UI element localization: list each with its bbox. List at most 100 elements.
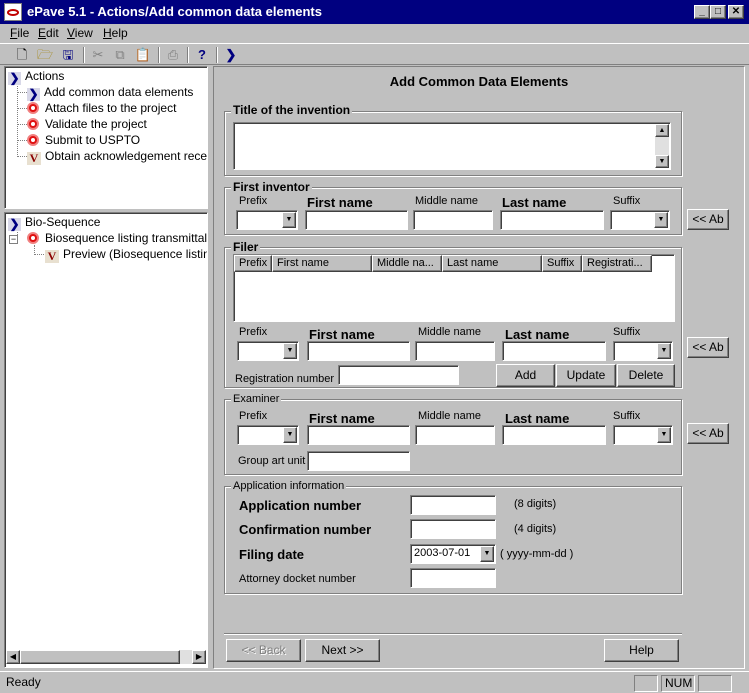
actions-tree: ❯ Actions ❯ Add common data elements Attac… [4,66,208,209]
confirmation-number-input[interactable] [410,519,496,539]
filer-last-name-input[interactable] [502,341,606,361]
filer-list[interactable]: Prefix First name Middle na... Last name… [233,254,675,322]
examiner-suffix-select[interactable]: ▼ [613,425,673,445]
examiner-middle-name-input[interactable] [415,425,495,445]
chevron-down-icon[interactable]: ▼ [657,343,671,359]
col-first-name[interactable]: First name [272,255,372,272]
delete-button[interactable]: Delete [617,364,675,387]
filer-middle-name-input[interactable] [415,341,495,361]
tree-item-attach-files[interactable]: Attach files to the project [27,100,176,116]
title-textarea[interactable]: ▲ ▼ [233,122,671,170]
examiner-last-name-input[interactable] [502,425,606,445]
first-name-label: First name [309,327,375,342]
toolbar-separator [187,47,189,63]
group-art-unit-label: Group art unit [238,455,306,467]
inventor-last-name-input[interactable] [500,210,604,230]
application-number-hint: (8 digits) [514,498,557,510]
close-button[interactable]: ✕ [728,5,744,19]
status-panel [698,675,732,692]
add-button[interactable]: Add [496,364,555,387]
menu-file[interactable]: File [10,26,29,40]
examiner-prefix-select[interactable]: ▼ [237,425,299,445]
next-button[interactable]: Next >> [305,639,380,662]
chevron-down-icon[interactable]: ▼ [657,427,671,443]
col-registration[interactable]: Registrati... [582,255,652,272]
scroll-thumb[interactable] [20,650,180,664]
chevron-down-icon[interactable]: ▼ [282,212,296,228]
print-icon[interactable]: ⎙ [163,46,183,64]
confirmation-number-label: Confirmation number [239,522,372,537]
collapse-toggle[interactable]: − [9,235,18,244]
prefix-label: Prefix [239,326,268,338]
scroll-down-icon[interactable]: ▼ [655,155,669,168]
status-bar: Ready NUM [0,671,749,693]
back-button[interactable]: << Back [226,639,301,662]
chevron-down-icon[interactable]: ▼ [283,343,297,359]
menu-edit[interactable]: Edit [38,26,59,40]
examiner-copy-button[interactable]: << Ab [687,423,729,444]
filer-first-name-input[interactable] [307,341,410,361]
col-middle-name[interactable]: Middle na... [372,255,442,272]
middle-name-label: Middle name [415,195,478,207]
registration-number-label: Registration number [235,373,335,385]
col-last-name[interactable]: Last name [442,255,542,272]
tree-item-acknowledgement[interactable]: V Obtain acknowledgement receipt [27,148,207,165]
chevron-down-icon[interactable]: ▼ [283,427,297,443]
inventor-prefix-select[interactable]: ▼ [236,210,298,230]
inventor-suffix-select[interactable]: ▼ [610,210,670,230]
group-art-unit-input[interactable] [307,451,410,471]
scroll-up-icon[interactable]: ▲ [655,124,669,137]
inventor-copy-button[interactable]: << Ab [687,209,729,230]
filer-label: Filer [231,240,261,254]
application-number-input[interactable] [410,495,496,515]
chevron-down-icon[interactable]: ▼ [480,546,494,562]
open-folder-icon[interactable]: 🗁 [35,46,55,64]
menu-view[interactable]: View [67,26,93,40]
maximize-button[interactable]: □ [710,5,726,19]
help-icon[interactable]: ? [192,46,212,64]
tree-item-add-common-data[interactable]: ❯ Add common data elements [27,84,193,101]
suffix-label: Suffix [613,326,641,338]
examiner-first-name-input[interactable] [307,425,410,445]
filer-suffix-select[interactable]: ▼ [613,341,673,361]
minimize-button[interactable]: _ [694,5,710,19]
filer-copy-button[interactable]: << Ab [687,337,729,358]
chevron-down-icon[interactable]: ▼ [654,212,668,228]
scroll-left-icon[interactable]: ◀ [6,650,20,664]
scroll-right-icon[interactable]: ▶ [192,650,206,664]
app-icon[interactable] [4,3,22,21]
biosequence-tree: ❯ Bio-Sequence − Biosequence listing tran… [4,212,208,668]
menu-help[interactable]: Help [103,26,128,40]
inventor-middle-name-input[interactable] [413,210,493,230]
col-suffix[interactable]: Suffix [542,255,582,272]
inventor-first-name-input[interactable] [305,210,408,230]
page-title: Add Common Data Elements [389,74,569,89]
paste-icon[interactable]: 📋 [133,46,153,64]
title-scrollbar[interactable]: ▲ ▼ [655,124,669,168]
filing-date-picker[interactable]: 2003-07-01 ▼ [410,544,496,564]
tree-item-submit[interactable]: Submit to USPTO [27,132,140,148]
col-prefix[interactable]: Prefix [234,255,272,272]
next-action-icon[interactable]: ❯ [221,46,241,64]
copy-icon[interactable]: ⧉ [110,46,130,64]
horizontal-scrollbar[interactable]: ◀ ▶ [6,650,206,664]
tree-item-preview[interactable]: V Preview (Biosequence listing t [45,246,207,263]
tree-actions-root[interactable]: ❯ Actions [8,68,64,85]
examiner-label: Examiner [231,393,282,405]
filer-prefix-select[interactable]: ▼ [237,341,299,361]
tree-bio-root[interactable]: ❯ Bio-Sequence [8,214,100,231]
help-button[interactable]: Help [604,639,679,662]
filer-group: Filer Prefix First name Middle na... Las… [224,240,682,388]
first-inventor-label: First inventor [231,180,312,194]
menu-bar: File Edit View Help [0,24,749,42]
tree-item-biosequence-transmittal[interactable]: Biosequence listing transmittal [27,230,207,246]
registration-number-input[interactable] [338,365,459,385]
new-file-icon[interactable]: 🗋 [12,46,32,64]
save-icon[interactable]: 🖫 [58,46,78,64]
cut-icon[interactable]: ✂ [88,46,108,64]
update-button[interactable]: Update [556,364,616,387]
toolbar-separator [158,47,160,63]
attorney-docket-label: Attorney docket number [239,573,356,585]
tree-item-validate[interactable]: Validate the project [27,116,147,132]
attorney-docket-input[interactable] [410,568,496,588]
